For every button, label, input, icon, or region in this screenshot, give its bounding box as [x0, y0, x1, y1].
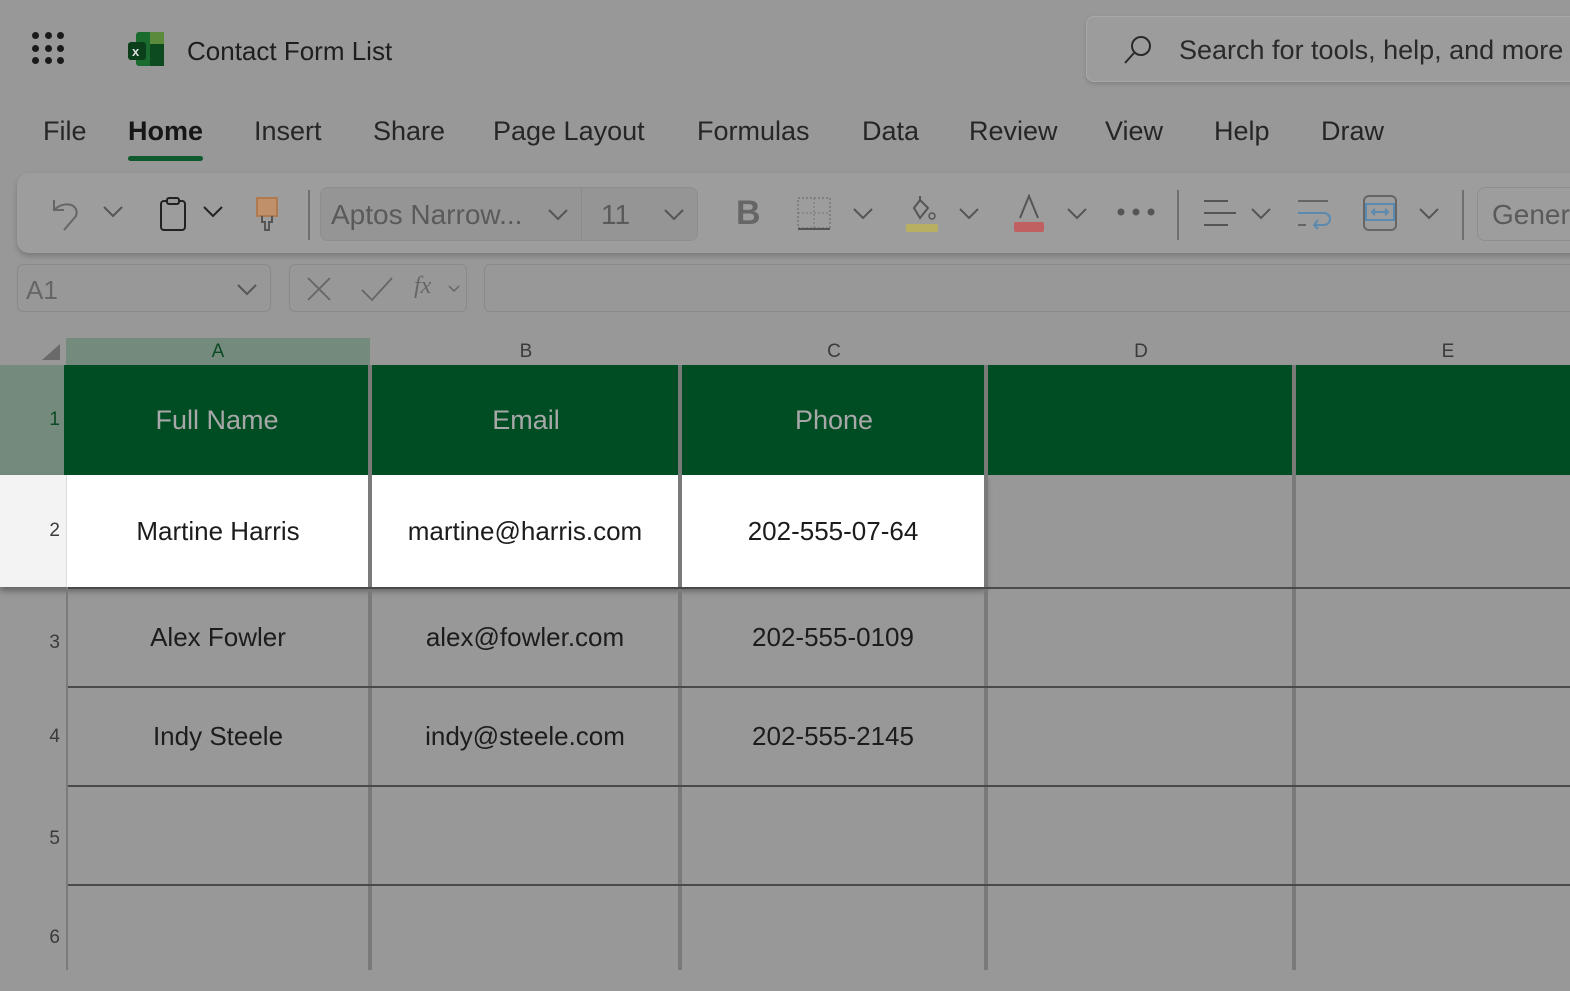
- row-header-6[interactable]: 6: [0, 885, 66, 991]
- confirm-check-icon[interactable]: [360, 276, 394, 302]
- more-options-icon[interactable]: [1116, 206, 1156, 218]
- font-name-select[interactable]: Aptos Narrow...: [331, 199, 522, 231]
- font-color-icon[interactable]: [1012, 194, 1046, 234]
- borders-chevron-icon[interactable]: [852, 207, 874, 221]
- cell-b3[interactable]: alex@fowler.com: [372, 589, 678, 686]
- ribbon-toolbar: [17, 173, 1570, 253]
- divider: [1177, 190, 1179, 240]
- column-header-d[interactable]: D: [988, 338, 1294, 365]
- row-header-5[interactable]: 5: [0, 786, 66, 892]
- menu-tabs: File Home Insert Share Page Layout Formu…: [0, 112, 1570, 162]
- merge-center-icon[interactable]: [1362, 194, 1398, 232]
- font-controls: Aptos Narrow... 11: [320, 187, 698, 241]
- font-size-chevron-icon[interactable]: [663, 208, 685, 222]
- header-cell-d[interactable]: [988, 365, 1292, 475]
- tab-formulas[interactable]: Formulas: [697, 116, 810, 147]
- row-header-3[interactable]: 3: [0, 587, 66, 699]
- number-format-value: General: [1492, 199, 1570, 230]
- format-painter-icon[interactable]: [254, 196, 280, 232]
- name-box-value: A1: [26, 275, 58, 305]
- row-header-4[interactable]: 4: [0, 687, 66, 787]
- header-cell-full-name[interactable]: Full Name: [64, 365, 370, 475]
- formula-input[interactable]: [484, 264, 1570, 312]
- borders-icon[interactable]: [796, 196, 832, 232]
- cell-b4[interactable]: indy@steele.com: [372, 688, 678, 785]
- cancel-icon[interactable]: [306, 276, 332, 302]
- name-box[interactable]: A1: [17, 264, 271, 312]
- undo-dropdown-chevron-icon[interactable]: [102, 205, 124, 219]
- cell-c3[interactable]: 202-555-0109: [682, 589, 984, 686]
- search-placeholder: Search for tools, help, and more: [1179, 35, 1564, 65]
- cell-a2-text[interactable]: Martine Harris: [68, 475, 368, 587]
- fill-color-chevron-icon[interactable]: [958, 207, 980, 221]
- merge-chevron-icon[interactable]: [1418, 207, 1440, 221]
- tab-help[interactable]: Help: [1214, 116, 1270, 147]
- column-header-b[interactable]: B: [372, 338, 680, 365]
- tab-home[interactable]: Home: [128, 116, 204, 161]
- number-format-select[interactable]: General: [1477, 187, 1570, 241]
- column-header-a[interactable]: A: [66, 338, 370, 365]
- align-chevron-icon[interactable]: [1250, 207, 1272, 221]
- header-cell-email[interactable]: Email: [372, 365, 680, 475]
- divider: [308, 190, 310, 240]
- gridline: [1292, 365, 1296, 970]
- font-name-chevron-icon[interactable]: [547, 208, 569, 222]
- tab-page-layout[interactable]: Page Layout: [493, 116, 645, 147]
- row-header-1[interactable]: 1: [0, 365, 66, 475]
- column-header-e[interactable]: E: [1296, 338, 1570, 365]
- document-title[interactable]: Contact Form List: [187, 36, 392, 67]
- excel-logo-icon: x: [128, 30, 166, 68]
- gridline: [984, 365, 988, 970]
- column-header-c[interactable]: C: [682, 338, 986, 365]
- paste-dropdown-chevron-icon[interactable]: [202, 205, 224, 219]
- cell-a3[interactable]: Alex Fowler: [68, 589, 368, 686]
- divider: [1462, 190, 1464, 240]
- row-header-2[interactable]: 2: [0, 475, 66, 587]
- align-icon[interactable]: [1202, 198, 1238, 230]
- fill-color-icon[interactable]: [904, 194, 940, 234]
- gridline: [66, 884, 1570, 886]
- gridline: [66, 785, 1570, 787]
- divider: [581, 188, 582, 240]
- tab-review[interactable]: Review: [969, 116, 1058, 147]
- gridline: [66, 475, 67, 587]
- formula-buttons: fx: [289, 264, 467, 312]
- select-all-corner[interactable]: [40, 342, 62, 362]
- bold-button[interactable]: B: [736, 194, 761, 233]
- tab-draw[interactable]: Draw: [1321, 116, 1384, 147]
- undo-icon[interactable]: [50, 196, 84, 232]
- tab-view[interactable]: View: [1105, 116, 1163, 147]
- name-box-chevron-icon[interactable]: [236, 283, 258, 297]
- clipboard-paste-icon[interactable]: [158, 196, 188, 232]
- search-box[interactable]: Search for tools, help, and more: [1086, 16, 1570, 82]
- tab-share[interactable]: Share: [373, 116, 445, 147]
- tab-insert[interactable]: Insert: [254, 116, 322, 147]
- header-cell-phone[interactable]: Phone: [682, 365, 986, 475]
- fx-chevron-icon[interactable]: [448, 285, 460, 293]
- svg-text:x: x: [132, 44, 140, 59]
- cell-c4[interactable]: 202-555-2145: [682, 688, 984, 785]
- app-launcher-icon[interactable]: [32, 32, 66, 66]
- search-icon: [1124, 36, 1151, 64]
- tab-file[interactable]: File: [43, 116, 87, 147]
- cell-a4[interactable]: Indy Steele: [68, 688, 368, 785]
- cell-b2[interactable]: martine@harris.com: [372, 475, 678, 587]
- font-color-chevron-icon[interactable]: [1066, 207, 1088, 221]
- insert-function-button[interactable]: fx: [414, 273, 431, 300]
- font-size-select[interactable]: 11: [601, 199, 630, 231]
- wrap-text-icon[interactable]: [1296, 198, 1332, 230]
- tab-data[interactable]: Data: [862, 116, 919, 147]
- cell-c2[interactable]: 202-555-07-64: [682, 475, 984, 587]
- header-cell-e[interactable]: [1296, 365, 1570, 475]
